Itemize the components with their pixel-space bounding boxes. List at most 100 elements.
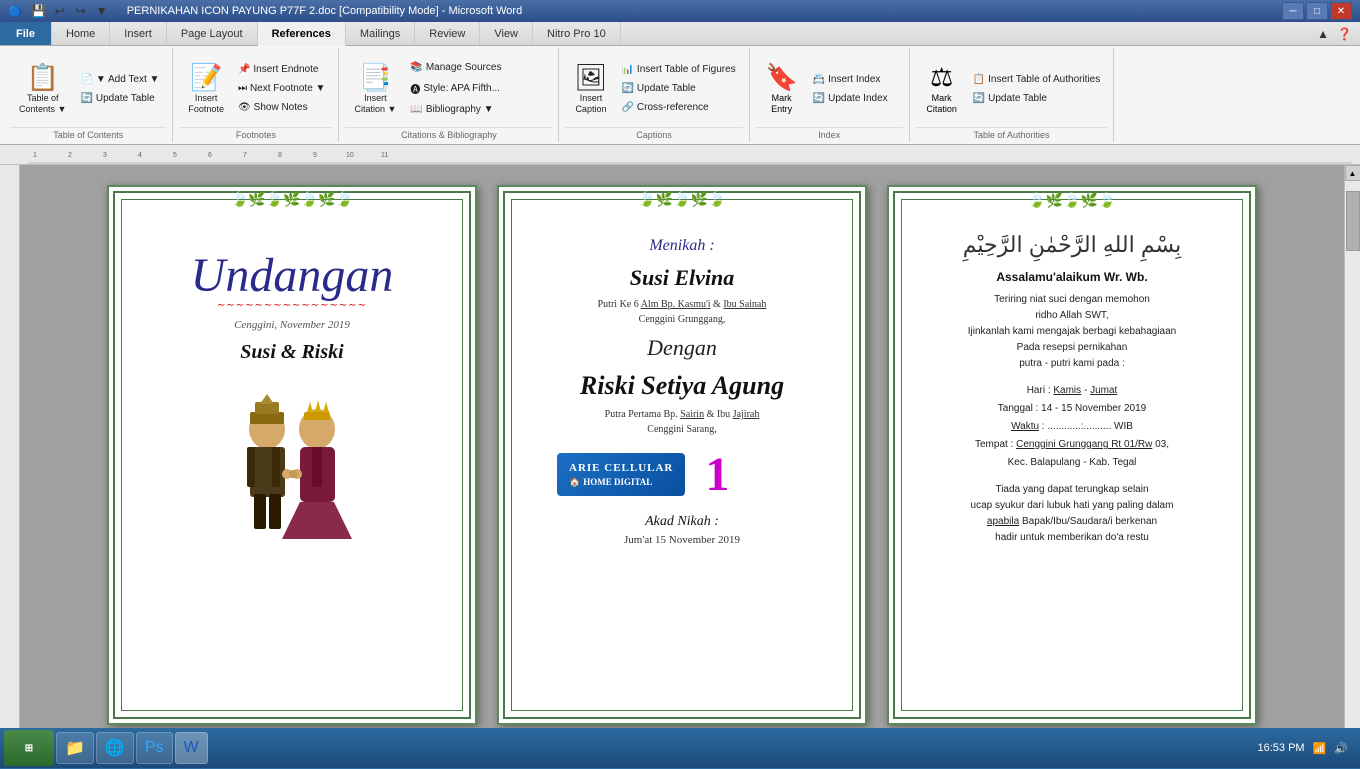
help-btn[interactable]: ❓ <box>1337 27 1352 41</box>
quick-access-toolbar: 💾 ↩ ↪ ▼ <box>26 2 115 20</box>
ribbon-group-captions: 🖼 InsertCaption 📊 Insert Table of Figure… <box>559 48 749 142</box>
page2-groom-desc: Putra Pertama Bp. Sairin & Ibu Jajirah <box>509 409 855 420</box>
mark-entry-label: MarkEntry <box>771 93 792 115</box>
show-notes-btn[interactable]: 👁 Show Notes <box>233 99 331 116</box>
add-text-btn[interactable]: 📄 ▼ Add Text ▼ <box>75 71 164 88</box>
update-auth-label: Update Table <box>988 93 1047 104</box>
insert-table-figures-btn[interactable]: 📊 Insert Table of Figures <box>616 61 740 78</box>
redo-qat-btn[interactable]: ↪ <box>72 2 90 20</box>
svg-text:7: 7 <box>243 152 247 159</box>
taskbar-browser[interactable]: 🌐 <box>96 732 134 764</box>
svg-text:3: 3 <box>103 152 107 159</box>
ad-line2: 🏠 HOME DIGITAL <box>569 476 673 489</box>
tab-references[interactable]: References <box>258 22 346 46</box>
close-btn[interactable]: ✕ <box>1330 2 1352 20</box>
page1-names: Susi & Riski <box>119 341 465 364</box>
page2-number: 1 <box>705 447 729 502</box>
mark-citation-btn[interactable]: ⚖ MarkCitation <box>918 52 966 124</box>
tab-review[interactable]: Review <box>415 22 480 45</box>
next-footnote-btn[interactable]: ⏭ Next Footnote ▼ <box>233 80 331 97</box>
toc-small-buttons: 📄 ▼ Add Text ▼ 🔄 Update Table <box>75 52 164 125</box>
vertical-scrollbar[interactable]: ▲ ▼ <box>1344 165 1360 745</box>
insert-endnote-btn[interactable]: 📌 Insert Endnote <box>233 61 331 78</box>
citation-icon: 📑 <box>359 62 391 93</box>
insert-footnote-btn[interactable]: 📝 InsertFootnote <box>181 52 231 124</box>
page2-bride-place: Cenggini Grunggang, <box>509 314 855 325</box>
taskbar-explorer[interactable]: 📁 <box>56 732 94 764</box>
maximize-btn[interactable]: □ <box>1306 2 1328 20</box>
home-icon: 🏠 <box>569 476 580 489</box>
update-table-cap-btn[interactable]: 🔄 Update Table <box>616 80 740 97</box>
page2-decoration: 🍃🌿🍃🌿🍃 <box>638 192 725 209</box>
insert-index-icon: 📇 <box>813 74 825 85</box>
caption-icon: 🖼 <box>574 62 607 93</box>
ribbon-collapse-btn[interactable]: ▲ <box>1317 27 1329 41</box>
index-small-buttons: 📇 Insert Index 🔄 Update Index <box>808 52 893 125</box>
tab-insert[interactable]: Insert <box>110 22 167 45</box>
mark-entry-btn[interactable]: 🔖 MarkEntry <box>758 52 806 124</box>
page2-groom-name: Riski Setiya Agung <box>509 371 855 401</box>
table-figures-label: Insert Table of Figures <box>637 64 736 75</box>
minimize-btn[interactable]: ─ <box>1282 2 1304 20</box>
svg-text:6: 6 <box>208 152 212 159</box>
ad-line1: ARIE CELLULAR <box>569 461 673 476</box>
taskbar-word[interactable]: W <box>175 732 208 764</box>
page2-groom-place: Cenggini Sarang, <box>509 424 855 435</box>
tab-view[interactable]: View <box>480 22 533 45</box>
insert-auth-icon: 📋 <box>973 74 985 85</box>
insert-table-auth-btn[interactable]: 📋 Insert Table of Authorities <box>968 71 1106 88</box>
insert-index-label: Insert Index <box>828 74 880 85</box>
page1-date: Cenggini, November 2019 <box>119 319 465 331</box>
page3-body3: Ijinkanlah kami mengajak berbagi kebahag… <box>907 324 1237 340</box>
ribbon-tab-bar: File Home Insert Page Layout References … <box>0 22 1360 46</box>
toc-button[interactable]: 📋 Table ofContents ▼ <box>12 52 73 124</box>
cross-ref-icon: 🔗 <box>621 102 633 113</box>
bibliography-btn[interactable]: 📖 Bibliography ▼ <box>405 101 506 118</box>
update-index-btn[interactable]: 🔄 Update Index <box>808 90 893 107</box>
document-area: 🍃🌿🍃🌿🍃🌿🍃 Undangan ∼∼∼∼∼∼∼∼∼∼∼∼∼∼∼∼ Cenggi… <box>0 165 1360 745</box>
page3-waktu: Waktu : ............:.......... WIB <box>899 418 1245 436</box>
tab-page-layout[interactable]: Page Layout <box>167 22 258 45</box>
scroll-track[interactable] <box>1345 181 1360 729</box>
style-btn[interactable]: 🅐 Style: APA Fifth... <box>405 78 506 99</box>
scroll-up-btn[interactable]: ▲ <box>1345 165 1360 181</box>
cross-reference-btn[interactable]: 🔗 Cross-reference <box>616 99 740 116</box>
insert-citation-btn[interactable]: 📑 InsertCitation ▼ <box>347 52 403 124</box>
update-auth-icon: 🔄 <box>973 93 985 104</box>
page2-title: Menikah : <box>509 237 855 255</box>
taskbar-photoshop[interactable]: Ps <box>136 732 173 764</box>
page3-body7: ucap syukur dari lubuk hati yang paling … <box>907 498 1237 514</box>
add-text-icon: 📄 <box>80 74 92 85</box>
horizontal-ruler: 123 456 789 1011 <box>0 145 1360 165</box>
footnotes-small-buttons: 📌 Insert Endnote ⏭ Next Footnote ▼ 👁 Sho… <box>233 52 331 125</box>
manage-sources-btn[interactable]: 📚 Manage Sources <box>405 59 506 76</box>
page2-dengan: Dengan <box>509 335 855 361</box>
insert-caption-btn[interactable]: 🖼 InsertCaption <box>567 52 614 124</box>
tab-nitro[interactable]: Nitro Pro 10 <box>533 22 621 45</box>
ruler-svg: 123 456 789 1011 <box>28 145 1352 164</box>
toc-update-btn[interactable]: 🔄 Update Table <box>75 90 164 107</box>
page2-ad-area: ARIE CELLULAR 🏠 HOME DIGITAL 1 <box>557 447 807 502</box>
tab-mailings[interactable]: Mailings <box>346 22 415 45</box>
photoshop-icon: Ps <box>145 739 164 757</box>
toc-buttons: 📋 Table ofContents ▼ 📄 ▼ Add Text ▼ 🔄 Up… <box>10 50 166 127</box>
window-controls: ─ □ ✕ <box>1282 2 1352 20</box>
update-index-icon: 🔄 <box>813 93 825 104</box>
scroll-thumb[interactable] <box>1346 191 1360 251</box>
svg-text:8: 8 <box>278 152 282 159</box>
qat-more-btn[interactable]: ▼ <box>93 2 111 20</box>
mark-citation-label: MarkCitation <box>926 93 957 115</box>
tab-file[interactable]: File <box>0 22 52 45</box>
start-button[interactable]: ⊞ <box>4 730 54 766</box>
undo-qat-btn[interactable]: ↩ <box>51 2 69 20</box>
page-1: 🍃🌿🍃🌿🍃🌿🍃 Undangan ∼∼∼∼∼∼∼∼∼∼∼∼∼∼∼∼ Cenggi… <box>107 185 477 725</box>
insert-auth-label: Insert Table of Authorities <box>988 74 1100 85</box>
page3-body8: apabila Bapak/Ibu/Saudara/i berkenan <box>907 514 1237 530</box>
update-table-auth-btn[interactable]: 🔄 Update Table <box>968 90 1106 107</box>
insert-index-btn[interactable]: 📇 Insert Index <box>808 71 893 88</box>
svg-text:11: 11 <box>381 152 388 159</box>
network-icon: 📶 <box>1313 742 1327 755</box>
ribbon-group-citations: 📑 InsertCitation ▼ 📚 Manage Sources 🅐 St… <box>339 48 559 142</box>
save-qat-btn[interactable]: 💾 <box>30 2 48 20</box>
tab-home[interactable]: Home <box>52 22 110 45</box>
